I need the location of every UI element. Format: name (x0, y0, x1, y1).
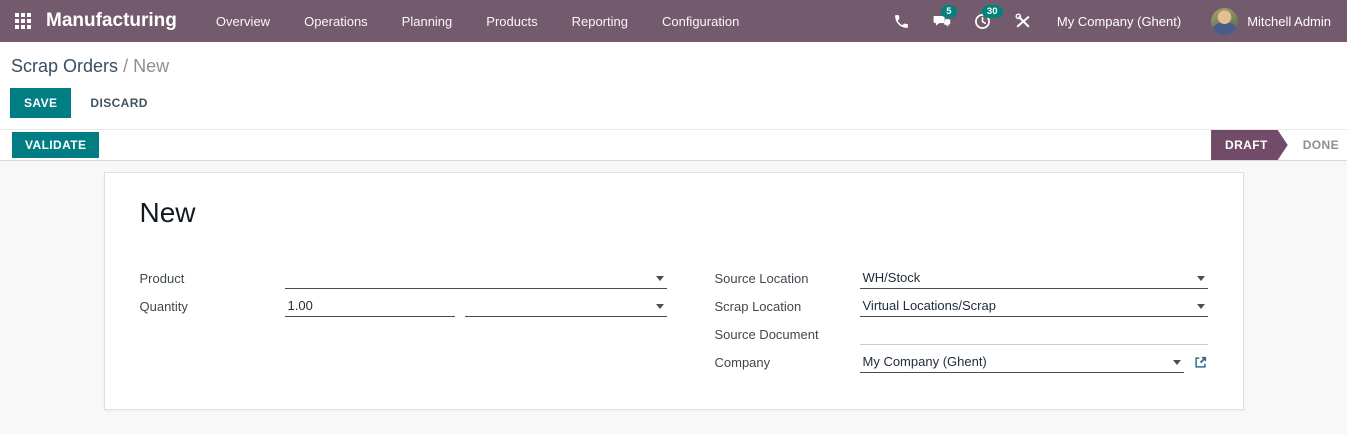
source-document-label: Source Document (714, 327, 819, 342)
messages-icon[interactable]: 5 (921, 0, 962, 42)
dropdown-caret-icon[interactable] (655, 304, 664, 309)
field-column-left: Product Quantity 1.00 (140, 261, 667, 317)
user-menu[interactable]: Mitchell Admin (1195, 0, 1337, 42)
tools-icon[interactable] (1003, 0, 1043, 42)
user-name: Mitchell Admin (1247, 13, 1331, 29)
external-link-icon[interactable] (1193, 355, 1208, 373)
scrap-location-label: Scrap Location (714, 299, 802, 314)
form-sheet: New Product Quantity 1.00 Source Locatio… (103, 172, 1244, 410)
statusbar: VALIDATE DRAFT DONE (0, 129, 1347, 161)
activities-badge: 30 (981, 5, 1003, 18)
breadcrumb-parent-link[interactable]: Scrap Orders (11, 56, 118, 76)
field-company: Company My Company (Ghent) (715, 345, 1208, 373)
menu-overview[interactable]: Overview (199, 0, 287, 42)
save-button[interactable]: SAVE (10, 88, 72, 118)
app-title[interactable]: Manufacturing (46, 10, 177, 32)
top-navbar: Manufacturing Overview Operations Planni… (0, 0, 1347, 42)
form-buttons: SAVE DISCARD (0, 79, 1347, 129)
menu-products[interactable]: Products (469, 0, 554, 42)
dropdown-caret-icon[interactable] (1196, 304, 1205, 309)
field-scrap-location: Scrap Location Virtual Locations/Scrap (715, 289, 1208, 317)
product-input[interactable] (284, 268, 667, 289)
discard-button[interactable]: DISCARD (76, 88, 161, 118)
company-input[interactable]: My Company (Ghent) (859, 352, 1184, 373)
product-label: Product (139, 271, 185, 286)
dropdown-caret-icon[interactable] (1196, 276, 1205, 281)
state-done[interactable]: DONE (1288, 130, 1347, 160)
field-quantity: Quantity 1.00 (140, 289, 667, 317)
activities-icon[interactable]: 30 (962, 0, 1003, 42)
menu-configuration[interactable]: Configuration (645, 0, 756, 42)
dropdown-caret-icon[interactable] (1172, 360, 1181, 365)
uom-input[interactable] (464, 296, 667, 317)
messages-badge: 5 (940, 5, 957, 18)
field-grid: Product Quantity 1.00 Source Location WH… (140, 261, 1208, 373)
record-title: New (139, 197, 196, 228)
source-location-input[interactable]: WH/Stock (859, 268, 1208, 289)
control-panel: Scrap Orders / New SAVE DISCARD (0, 42, 1347, 129)
scrap-location-input[interactable]: Virtual Locations/Scrap (859, 296, 1208, 317)
state-draft[interactable]: DRAFT (1211, 130, 1288, 160)
menu-operations[interactable]: Operations (287, 0, 385, 42)
dropdown-caret-icon[interactable] (655, 276, 664, 281)
avatar (1211, 7, 1239, 35)
form-view: New Product Quantity 1.00 Source Locatio… (0, 161, 1347, 434)
quantity-input[interactable]: 1.00 (284, 296, 455, 317)
statusbar-states: DRAFT DONE (1211, 130, 1347, 160)
field-source-location: Source Location WH/Stock (715, 261, 1208, 289)
company-label: Company (714, 355, 771, 370)
breadcrumb-current: New (133, 56, 170, 76)
breadcrumb-separator: / (123, 56, 129, 76)
source-document-input[interactable] (859, 324, 1208, 345)
app-menu: Overview Operations Planning Products Re… (199, 0, 756, 42)
source-location-label: Source Location (714, 271, 809, 286)
apps-grid-icon[interactable] (0, 0, 46, 42)
field-product: Product (140, 261, 667, 289)
systray: 5 30 My Company (Ghent) Mitchell Admin (882, 0, 1337, 42)
menu-planning[interactable]: Planning (385, 0, 470, 42)
field-source-document: Source Document (715, 317, 1208, 345)
field-column-right: Source Location WH/Stock Scrap Location … (715, 261, 1208, 373)
breadcrumb: Scrap Orders / New (0, 42, 1347, 79)
company-switcher[interactable]: My Company (Ghent) (1043, 0, 1195, 42)
phone-icon[interactable] (882, 0, 921, 42)
menu-reporting[interactable]: Reporting (555, 0, 645, 42)
validate-button[interactable]: VALIDATE (12, 132, 100, 158)
quantity-label: Quantity (139, 299, 188, 314)
